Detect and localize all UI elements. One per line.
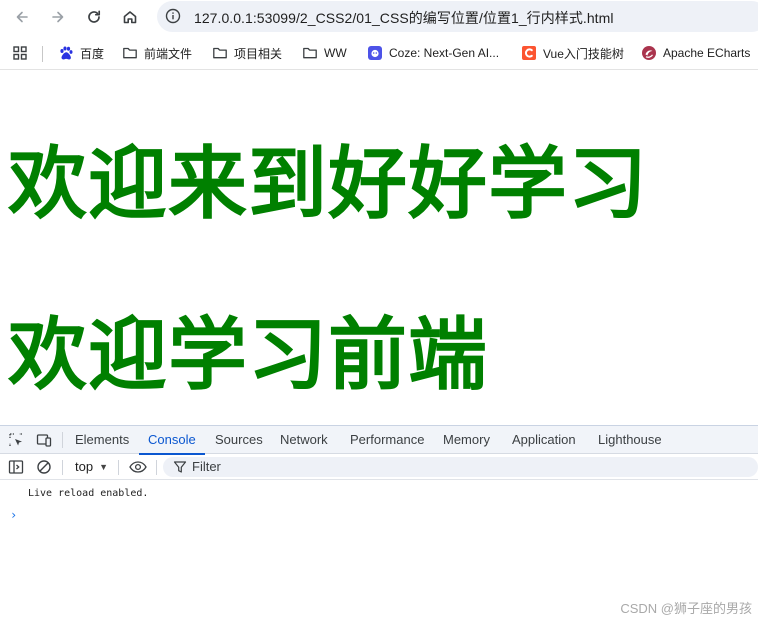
home-button[interactable] [117,4,143,30]
heading-welcome: 欢迎来到好好学习 [8,138,648,230]
toolbar-divider [118,460,119,475]
tab-divider [62,432,63,448]
csdn-watermark: CSDN @狮子座的男孩 [620,601,752,616]
inspect-element-icon[interactable] [8,432,24,448]
bookmark-label: WW [324,46,347,60]
caret-down-icon: ▼ [99,461,108,472]
bookmark-label: 百度 [80,46,105,61]
tab-memory[interactable]: Memory [443,426,490,454]
bookmark-label: Vue入门技能树 [543,46,624,61]
tab-sources[interactable]: Sources [215,426,263,454]
eye-icon[interactable] [129,459,147,475]
tab-console[interactable]: Console [139,426,205,455]
context-selector[interactable]: top ▼ [75,459,108,474]
coze-icon [367,45,383,61]
page-viewport: 欢迎来到好好学习 欢迎学习前端 [0,71,758,425]
toolbar-divider [62,460,63,475]
console-toolbar: top ▼ Filter [0,455,758,480]
context-label: top [75,459,94,474]
forward-button[interactable] [45,4,71,30]
apps-button[interactable] [12,44,34,62]
bookmark-label: 项目相关 [234,46,283,61]
apps-grid-icon [12,45,28,61]
console-filter-input[interactable]: Filter [163,457,758,477]
echarts-icon [641,45,657,61]
bookmark-folder-ww[interactable]: WW [302,44,347,62]
bookmarks-divider [42,46,43,62]
devtools-panel: Elements Console Sources Network Perform… [0,425,758,623]
tab-application[interactable]: Application [512,426,576,454]
bookmark-coze[interactable]: Coze: Next-Gen AI... [367,44,499,62]
devtools-tabbar: Elements Console Sources Network Perform… [0,426,758,455]
bookmark-folder-projects[interactable]: 项目相关 [212,44,282,62]
tab-lighthouse[interactable]: Lighthouse [598,426,662,454]
folder-icon [302,45,318,61]
info-icon[interactable] [165,8,181,24]
tab-performance[interactable]: Performance [350,426,424,454]
arrow-left-icon [16,11,28,23]
home-icon [123,11,137,24]
bookmarks-bar: 百度 前端文件 项目相关 WW Coze: Next-Gen AI... Vue… [0,36,758,70]
bookmark-label: Coze: Next-Gen AI... [389,46,500,60]
filter-icon [173,461,187,473]
reload-button[interactable] [81,4,107,30]
browser-toolbar: 127.0.0.1:53099/2_CSS2/01_CSS的编写位置/位置1_行… [0,0,758,33]
reload-icon [88,10,101,23]
device-toolbar-icon[interactable] [36,432,52,448]
tab-elements[interactable]: Elements [75,426,129,454]
filter-placeholder: Filter [192,459,221,474]
console-prompt[interactable]: › [10,508,17,522]
clear-console-icon[interactable] [36,459,52,475]
bookmark-label: Apache ECharts [663,46,751,60]
heading-frontend: 欢迎学习前端 [8,309,488,401]
tab-network[interactable]: Network [280,426,328,454]
csdn-icon [521,45,537,61]
folder-icon [122,45,138,61]
toolbar-divider [156,460,157,475]
bookmark-vue[interactable]: Vue入门技能树 [521,44,624,62]
console-log-message: Live reload enabled. [28,488,149,499]
back-button[interactable] [9,4,35,30]
bookmark-folder-frontend[interactable]: 前端文件 [122,44,192,62]
sidebar-toggle-icon[interactable] [8,459,24,475]
folder-icon [212,45,228,61]
url-text[interactable]: 127.0.0.1:53099/2_CSS2/01_CSS的编写位置/位置1_行… [194,8,613,28]
bookmark-baidu[interactable]: 百度 [58,44,104,62]
bookmark-label: 前端文件 [144,46,193,61]
bookmark-echarts[interactable]: Apache ECharts [641,44,750,62]
arrow-right-icon [52,11,64,23]
address-bar[interactable]: 127.0.0.1:53099/2_CSS2/01_CSS的编写位置/位置1_行… [157,1,758,32]
baidu-paw-icon [58,45,74,61]
